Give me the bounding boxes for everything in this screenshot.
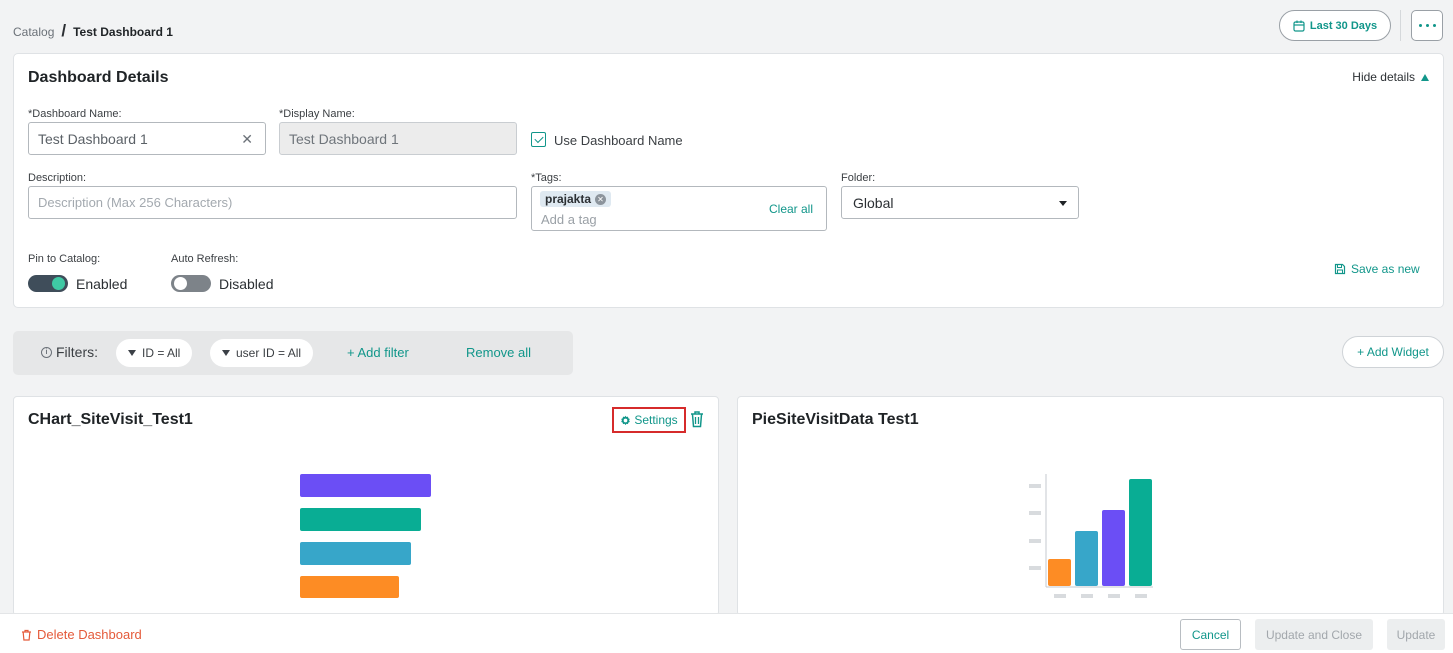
tag-chip-label: prajakta — [545, 192, 592, 206]
trash-icon[interactable] — [689, 410, 705, 428]
more-options-button[interactable] — [1411, 10, 1443, 41]
display-name-field: Test Dashboard 1 — [279, 122, 517, 155]
placeholder-tick — [1135, 594, 1147, 598]
clear-all-tags-link[interactable]: Clear all — [769, 202, 813, 216]
display-name-label: *Display Name: — [279, 108, 355, 120]
filter-chip-label: ID = All — [142, 346, 181, 360]
placeholder-bar — [300, 576, 399, 598]
breadcrumb-catalog-link[interactable]: Catalog — [13, 25, 54, 39]
top-bar: Catalog / Test Dashboard 1 Last 30 Days — [0, 0, 1453, 52]
delete-dashboard-button[interactable]: Delete Dashboard — [21, 627, 142, 642]
remove-tag-icon[interactable]: ✕ — [595, 193, 607, 205]
folder-label: Folder: — [841, 172, 876, 184]
folder-select[interactable]: Global — [841, 186, 1079, 219]
widget-chart-sitevisit: CHart_SiteVisit_Test1 Settings — [13, 396, 719, 616]
caret-up-icon — [1421, 73, 1429, 81]
breadcrumb-separator: / — [61, 21, 67, 40]
trash-icon — [22, 629, 31, 641]
clear-icon[interactable]: ✕ — [241, 131, 253, 148]
tags-field[interactable]: prajakta ✕ Add a tag Clear all — [531, 186, 827, 231]
placeholder-bar — [300, 542, 411, 565]
pin-to-catalog-toggle[interactable] — [28, 275, 68, 292]
date-range-label: Last 30 Days — [1309, 19, 1378, 32]
hide-details-toggle[interactable]: Hide details — [1352, 70, 1429, 84]
update-and-close-button[interactable]: Update and Close — [1255, 619, 1373, 650]
update-button[interactable]: Update — [1387, 619, 1445, 650]
toggle-knob — [52, 277, 65, 290]
settings-label: Settings — [634, 413, 678, 427]
add-widget-button[interactable]: + Add Widget — [1342, 336, 1444, 368]
dashboard-name-label: *Dashboard Name: — [28, 108, 122, 120]
use-dashboard-name-checkbox[interactable] — [531, 132, 546, 147]
auto-refresh-state: Disabled — [219, 276, 274, 292]
more-dot-icon — [1418, 24, 1422, 27]
bottom-action-bar: Delete Dashboard Cancel Update and Close… — [0, 613, 1453, 653]
calendar-icon — [1293, 20, 1305, 32]
dashboard-name-field[interactable]: Test Dashboard 1 ✕ — [28, 122, 266, 155]
widget-settings-button[interactable]: Settings — [612, 407, 686, 433]
dashboard-name-value: Test Dashboard 1 — [38, 130, 148, 147]
display-name-value: Test Dashboard 1 — [289, 130, 399, 147]
pin-to-catalog-state: Enabled — [76, 276, 128, 292]
remove-all-filters-button[interactable]: Remove all — [466, 345, 531, 360]
add-filter-button[interactable]: + Add filter — [347, 345, 409, 360]
widget-title: PieSiteVisitData Test1 — [752, 411, 919, 428]
toggle-knob — [174, 277, 187, 290]
tag-chip: prajakta ✕ — [540, 191, 612, 207]
auto-refresh-toggle[interactable] — [171, 275, 211, 292]
info-icon: i — [41, 346, 52, 358]
date-range-button[interactable]: Last 30 Days — [1279, 10, 1391, 41]
placeholder-tick — [1054, 594, 1066, 598]
widget-title: CHart_SiteVisit_Test1 — [28, 411, 193, 428]
description-field[interactable]: Description (Max 256 Characters) — [28, 186, 517, 219]
filter-caret-icon — [128, 350, 136, 356]
folder-value: Global — [853, 194, 894, 211]
delete-dashboard-label: Delete Dashboard — [37, 627, 142, 642]
placeholder-bar — [300, 508, 421, 531]
save-as-new-label: Save as new — [1351, 262, 1420, 276]
bar-chart-placeholder-icon — [300, 474, 431, 598]
header-divider — [1400, 10, 1401, 41]
filter-chip-label: user ID = All — [236, 346, 302, 360]
placeholder-bar — [1075, 531, 1098, 586]
more-dot-icon — [1425, 24, 1429, 27]
placeholder-tick — [1029, 511, 1041, 515]
tags-label: *Tags: — [531, 172, 562, 184]
dashboard-details-card: Dashboard Details Hide details — [13, 53, 1444, 308]
filter-chip-id[interactable]: ID = All — [116, 339, 193, 367]
placeholder-tick — [1029, 539, 1041, 543]
gear-icon — [621, 415, 631, 425]
save-as-new-button[interactable]: Save as new — [1334, 262, 1420, 276]
cancel-button[interactable]: Cancel — [1180, 619, 1241, 650]
pin-to-catalog-label: Pin to Catalog: — [28, 253, 101, 265]
breadcrumb: Catalog / Test Dashboard 1 — [13, 21, 173, 42]
description-label: Description: — [28, 172, 87, 184]
breadcrumb-current: Test Dashboard 1 — [73, 25, 173, 39]
hide-details-label: Hide details — [1352, 70, 1415, 84]
placeholder-tick — [1029, 566, 1041, 570]
placeholder-tick — [1108, 594, 1120, 598]
save-icon — [1334, 263, 1346, 275]
dropdown-caret-icon — [1059, 201, 1067, 206]
more-dot-icon — [1432, 24, 1436, 27]
filters-label: i Filters: — [41, 344, 98, 360]
column-chart-placeholder-icon — [1029, 474, 1153, 598]
add-tag-input[interactable]: Add a tag — [541, 212, 597, 227]
placeholder-bar — [1048, 559, 1071, 586]
filters-label-text: Filters: — [56, 344, 98, 360]
placeholder-bar — [300, 474, 431, 497]
placeholder-bar — [1102, 510, 1125, 586]
use-dashboard-name-label: Use Dashboard Name — [554, 133, 683, 148]
filter-bar: i Filters: ID = All user ID = All + Add … — [13, 331, 573, 375]
filter-chip-user-id[interactable]: user ID = All — [210, 339, 314, 367]
description-placeholder: Description (Max 256 Characters) — [38, 195, 233, 210]
placeholder-tick — [1029, 484, 1041, 488]
placeholder-tick — [1081, 594, 1093, 598]
auto-refresh-label: Auto Refresh: — [171, 253, 239, 265]
placeholder-bar — [1129, 479, 1152, 586]
filter-caret-icon — [222, 350, 230, 356]
details-title: Dashboard Details — [28, 69, 169, 86]
widget-pie-sitevisit: PieSiteVisitData Test1 — [737, 396, 1444, 616]
